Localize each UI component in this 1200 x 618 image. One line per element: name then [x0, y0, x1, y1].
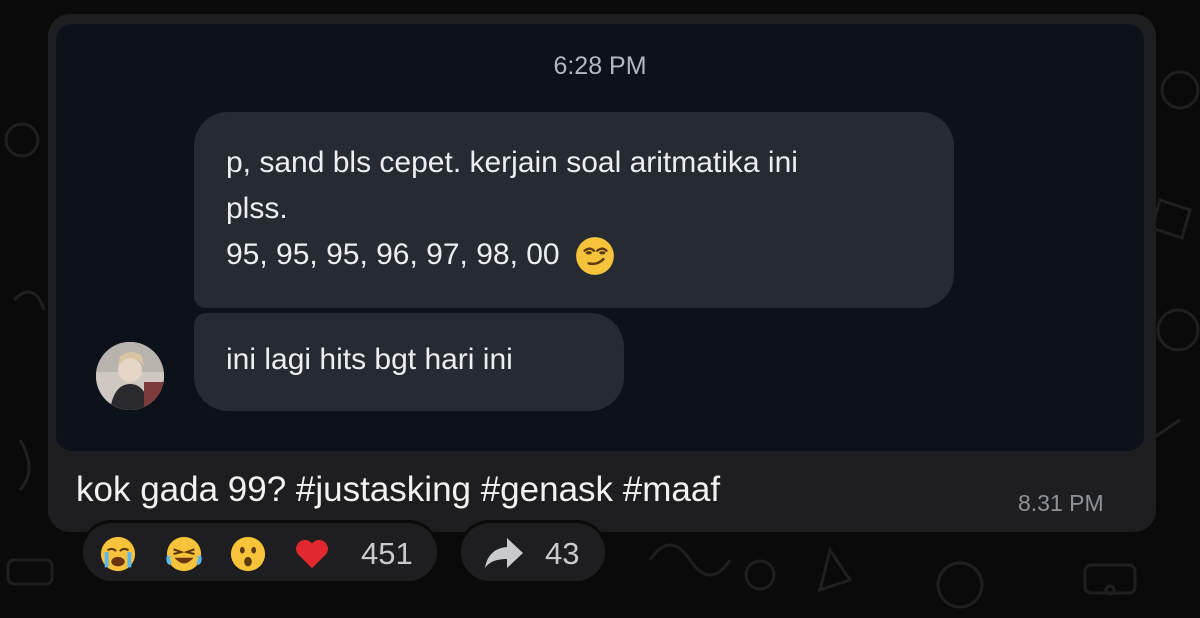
reaction-count: 451 [361, 536, 413, 571]
heart-emoji[interactable] [293, 535, 331, 573]
chat-screenshot-image: 6:28 PM p, sand bls cepet. kerjain soal … [56, 24, 1144, 451]
message-line: p, sand bls cepet. kerjain soal aritmati… [226, 146, 798, 179]
forward-button[interactable]: 43 [458, 520, 608, 584]
forward-arrow-icon[interactable] [483, 536, 525, 570]
smirk-emoji [576, 237, 614, 275]
chat-timestamp: 6:28 PM [553, 52, 647, 80]
post-caption: kok gada 99? #justasking #genask #maaf [76, 470, 721, 509]
laughing-emoji[interactable] [165, 535, 203, 573]
message-bubble: ini lagi hits bgt hari ini [194, 313, 624, 411]
message-line: ini lagi hits bgt hari ini [226, 343, 513, 376]
reactions-button[interactable]: 451 [80, 520, 440, 584]
sender-avatar [96, 342, 164, 410]
post-timestamp: 8.31 PM [1018, 490, 1104, 516]
crying-emoji[interactable] [99, 535, 137, 573]
message-line: plss. [226, 192, 288, 225]
forward-count: 43 [545, 536, 580, 571]
message-bubble: p, sand bls cepet. kerjain soal aritmati… [194, 112, 954, 308]
message-line: 95, 95, 95, 96, 97, 98, 00 [226, 232, 922, 278]
surprised-emoji[interactable] [229, 535, 267, 573]
